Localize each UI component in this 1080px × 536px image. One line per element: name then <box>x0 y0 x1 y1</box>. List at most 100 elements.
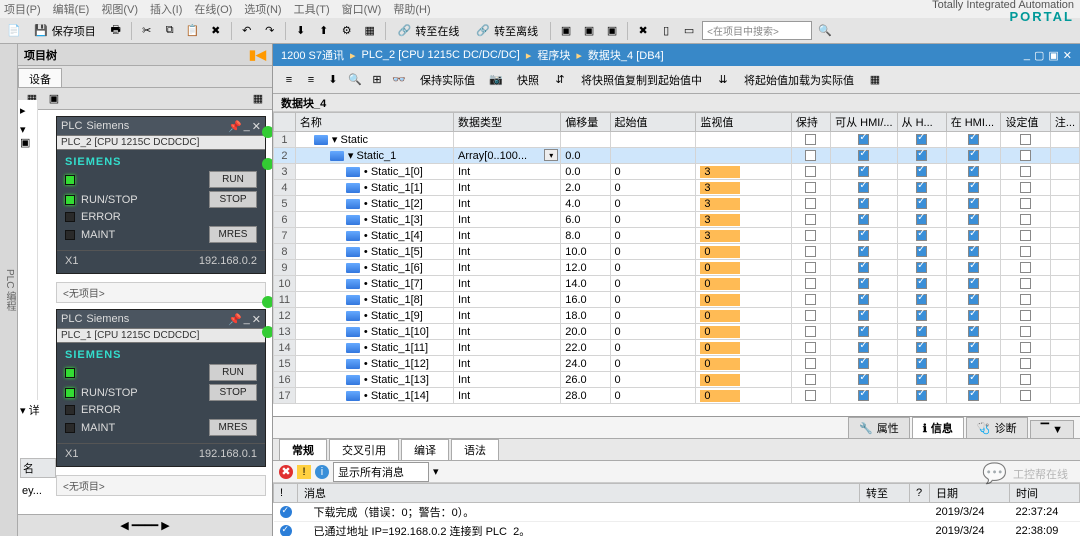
redo-icon[interactable]: ↷ <box>260 21 280 41</box>
menu-online[interactable]: 在线(O) <box>194 1 232 17</box>
project-search[interactable]: <在项目中搜索> <box>702 21 812 40</box>
snapshot-button[interactable]: 快照 <box>510 69 546 91</box>
table-row[interactable]: 5 • Static_1[2] Int 4.003 <box>274 196 1080 212</box>
cut-icon[interactable]: ✂ <box>137 21 157 41</box>
delete-icon[interactable]: ✖ <box>206 21 226 41</box>
menu-view[interactable]: 视图(V) <box>101 1 138 17</box>
win-restore-icon[interactable]: ▣ <box>1048 49 1058 62</box>
plcsim-pin-icon[interactable]: 📌 <box>228 120 242 133</box>
col-name[interactable]: 名称 <box>295 113 453 132</box>
table-row[interactable]: 3 • Static_1[0] Int 0.003 <box>274 164 1080 180</box>
etb-expand-icon[interactable]: ⊞ <box>367 70 387 90</box>
message-filter[interactable]: 显示所有消息 <box>333 462 429 482</box>
copy-icon[interactable]: ⧉ <box>160 21 180 41</box>
col-monitor[interactable]: 监视值 <box>696 113 792 132</box>
download-icon[interactable]: ⬇ <box>291 21 311 41</box>
plcsim-min-icon[interactable]: _ <box>244 120 250 133</box>
split2-icon[interactable]: ▭ <box>679 21 699 41</box>
plcsim-close-icon[interactable]: ✕ <box>252 120 261 133</box>
crumb[interactable]: 1200 S7通讯 <box>281 47 344 63</box>
mres-button[interactable]: MRES <box>209 419 257 436</box>
table-row[interactable]: 2 ▾ Static_1 Array[0..100...▾ 0.0 <box>274 148 1080 164</box>
col-offset[interactable]: 偏移量 <box>561 113 610 132</box>
col-hmi-w[interactable]: 从 H... <box>897 113 946 132</box>
run-button[interactable]: RUN <box>209 364 257 381</box>
col-hmi-r[interactable]: 可从 HMI/... <box>831 113 897 132</box>
crumb[interactable]: 程序块 <box>537 47 570 63</box>
etb-icon[interactable]: ≡ <box>279 70 299 90</box>
tab-collapse[interactable]: ▔ ▼ <box>1030 420 1074 438</box>
crumb[interactable]: 数据块_4 [DB4] <box>588 47 664 63</box>
menu-help[interactable]: 帮助(H) <box>393 1 430 17</box>
warn-filter-icon[interactable]: ! <box>297 465 311 479</box>
col-setpoint[interactable]: 设定值 <box>1001 113 1050 132</box>
etb-icon[interactable]: ≡ <box>301 70 321 90</box>
plcsim-pin-icon[interactable]: 📌 <box>228 313 242 326</box>
mres-button[interactable]: MRES <box>209 226 257 243</box>
compile-icon[interactable]: ⚙ <box>337 21 357 41</box>
menu-edit[interactable]: 编辑(E) <box>53 1 90 17</box>
copy-snap-icon[interactable]: ⇵ <box>550 70 570 90</box>
table-row[interactable]: 6 • Static_1[3] Int 6.003 <box>274 212 1080 228</box>
db-grid[interactable]: 名称 数据类型 偏移量 起始值 监视值 保持 可从 HMI/... 从 H...… <box>273 112 1080 416</box>
table-row[interactable]: 4 • Static_1[1] Int 2.003 <box>274 180 1080 196</box>
stop-button[interactable]: STOP <box>209 384 257 401</box>
run-button[interactable]: RUN <box>209 171 257 188</box>
table-row[interactable]: 13 • Static_1[10] Int 20.000 <box>274 324 1080 340</box>
menu-insert[interactable]: 插入(I) <box>150 1 182 17</box>
snapshot-icon[interactable]: 📷 <box>486 70 506 90</box>
copy-snapshot-button[interactable]: 将快照值复制到起始值中 <box>574 69 709 91</box>
table-row[interactable]: 12 • Static_1[9] Int 18.000 <box>274 308 1080 324</box>
message-row[interactable]: 已通过地址 IP=192.168.0.2 连接到 PLC_2。2019/3/24… <box>274 522 1080 536</box>
subtab-syntax[interactable]: 语法 <box>451 439 499 460</box>
menu-project[interactable]: 项目(P) <box>4 1 41 17</box>
etb-icon[interactable]: 🔍 <box>345 70 365 90</box>
upload-icon[interactable]: ⬆ <box>314 21 334 41</box>
plcsim-close-icon[interactable]: ✕ <box>252 313 261 326</box>
win-close-icon[interactable]: ✕ <box>1063 49 1072 62</box>
table-row[interactable]: 10 • Static_1[7] Int 14.000 <box>274 276 1080 292</box>
subtab-xref[interactable]: 交叉引用 <box>329 439 399 460</box>
side-scrollbar[interactable]: ◀ ━━━━ ▶ <box>18 514 272 536</box>
win-min-icon[interactable]: _ <box>1024 49 1030 62</box>
table-row[interactable]: 14 • Static_1[11] Int 22.000 <box>274 340 1080 356</box>
etb-icon[interactable]: ⬇ <box>323 70 343 90</box>
paste-icon[interactable]: 📋 <box>183 21 203 41</box>
table-row[interactable]: 16 • Static_1[13] Int 26.000 <box>274 372 1080 388</box>
table-row[interactable]: 11 • Static_1[8] Int 16.000 <box>274 292 1080 308</box>
table-row[interactable]: 15 • Static_1[12] Int 24.000 <box>274 356 1080 372</box>
keep-actual-button[interactable]: 保持实际值 <box>413 69 482 91</box>
win-max-icon[interactable]: ▢ <box>1034 49 1044 62</box>
error-filter-icon[interactable]: ✖ <box>279 465 293 479</box>
go-offline-button[interactable]: 🔗 转至离线 <box>469 20 545 42</box>
left-gutter[interactable]: PLC 编程 <box>0 44 18 536</box>
new-project-icon[interactable]: 📄 <box>4 21 24 41</box>
filter-dropdown-icon[interactable]: ▾ <box>433 465 439 478</box>
tb-icon-c[interactable]: ▣ <box>602 21 622 41</box>
tab-diagnostics[interactable]: 🩺 诊断 <box>966 417 1028 438</box>
load-icon[interactable]: ⇊ <box>713 70 733 90</box>
sim-icon[interactable]: ▦ <box>360 21 380 41</box>
subtab-compile[interactable]: 编译 <box>401 439 449 460</box>
message-row[interactable]: 下载完成（错误：0；警告：0）。2019/3/2422:37:24 <box>274 503 1080 522</box>
col-hmi-v[interactable]: 在 HMI... <box>946 113 1001 132</box>
glasses-icon[interactable]: 👓 <box>389 70 409 90</box>
tree-btn2[interactable]: ▣ <box>44 89 64 109</box>
tree-btn3[interactable]: ▦ <box>248 89 268 109</box>
tab-info[interactable]: ℹ 信息 <box>912 417 964 438</box>
col-dtype[interactable]: 数据类型 <box>454 113 561 132</box>
table-row[interactable]: 7 • Static_1[4] Int 8.003 <box>274 228 1080 244</box>
table-row[interactable]: 17 • Static_1[14] Int 28.000 <box>274 388 1080 404</box>
table-row[interactable]: 8 • Static_1[5] Int 10.000 <box>274 244 1080 260</box>
go-online-button[interactable]: 🔗 转至在线 <box>391 20 467 42</box>
menu-window[interactable]: 窗口(W) <box>342 1 382 17</box>
col-start[interactable]: 起始值 <box>610 113 696 132</box>
save-project-button[interactable]: 💾 保存项目 <box>27 20 103 42</box>
tab-devices[interactable]: 设备 <box>18 68 62 87</box>
table-row[interactable]: 9 • Static_1[6] Int 12.000 <box>274 260 1080 276</box>
message-table[interactable]: ! 消息 转至 ? 日期 时间 下载完成（错误：0；警告：0）。2019/3/2… <box>273 483 1080 536</box>
load-start-button[interactable]: 将起始值加载为实际值 <box>737 69 861 91</box>
tb-icon-b[interactable]: ▣ <box>579 21 599 41</box>
collapse-icon[interactable]: ▮◀ <box>249 47 266 63</box>
col-retain[interactable]: 保持 <box>791 113 830 132</box>
